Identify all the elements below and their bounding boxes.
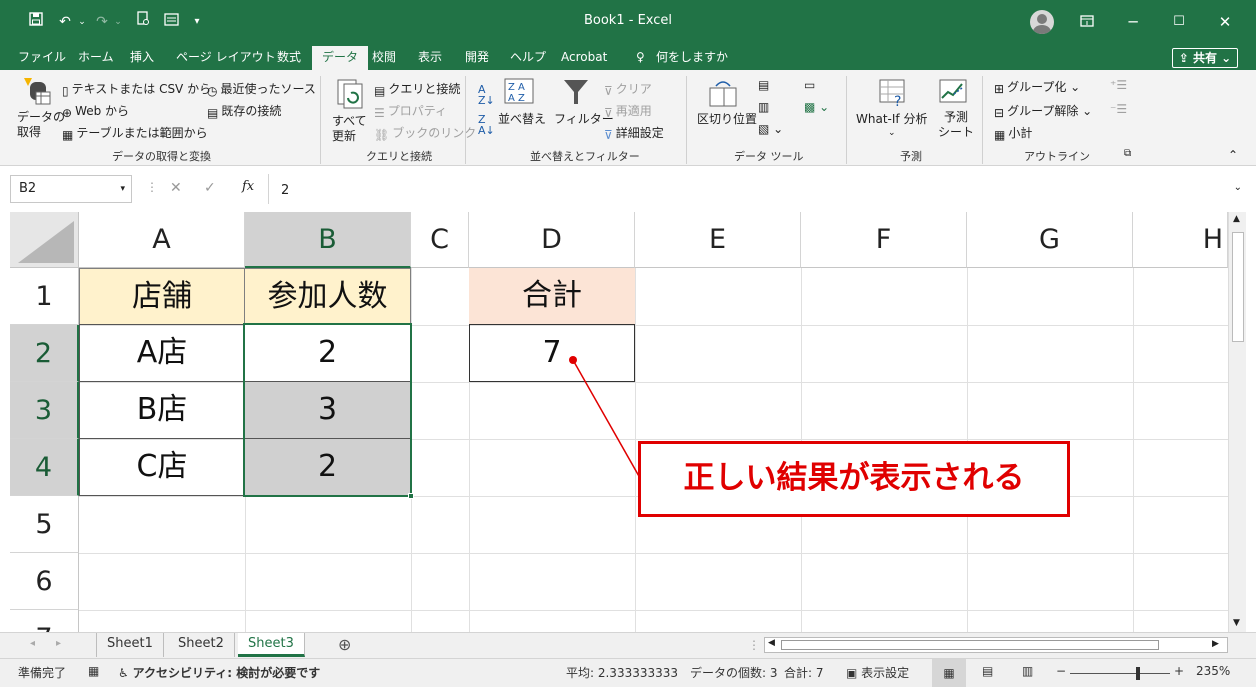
zoom-slider-handle[interactable] (1136, 667, 1140, 680)
zoom-in-icon[interactable]: + (1174, 664, 1184, 678)
accessibility-icon: ♿ (118, 666, 133, 680)
zoom-level[interactable]: 235% (1196, 664, 1230, 678)
tab-scroll-left-icon[interactable]: ◂ (30, 638, 35, 649)
scroll-right-icon[interactable]: ▶ (1212, 639, 1219, 649)
scroll-up-icon[interactable]: ▲ (1233, 214, 1240, 224)
macro-record-icon[interactable]: ▦ (88, 664, 99, 678)
splitter-icon[interactable]: ⋮ (748, 638, 760, 652)
add-sheet-icon[interactable]: ⊕ (338, 635, 351, 654)
status-sum: 合計: 7 (784, 666, 824, 680)
display-settings-icon: ▣ (846, 666, 862, 680)
status-count: データの個数: 3 (690, 666, 778, 680)
horizontal-scroll-thumb[interactable] (781, 640, 1159, 650)
sheet-tab-2[interactable]: Sheet2 (168, 633, 235, 657)
vertical-scrollbar[interactable]: ▲ ▼ (1228, 212, 1246, 632)
sheet-tab-3[interactable]: Sheet3 (238, 633, 305, 657)
zoom-slider[interactable] (1070, 673, 1170, 674)
sheet-tab-bar: ◂ ▸ Sheet1 Sheet2 Sheet3 ⊕ ⋮ ◀ ▶ (0, 632, 1256, 658)
status-bar: 準備完了 ▦ ♿ アクセシビリティ: 検討が必要です 平均: 2.3333333… (0, 658, 1256, 687)
scroll-down-icon[interactable]: ▼ (1233, 618, 1240, 628)
accessibility-checker[interactable]: ♿ アクセシビリティ: 検討が必要です (118, 664, 320, 681)
display-settings-button[interactable]: ▣ 表示設定 (846, 664, 909, 681)
result-callout: 正しい結果が表示される (638, 441, 1070, 517)
sheet-tab-1[interactable]: Sheet1 (96, 633, 164, 657)
zoom-out-icon[interactable]: − (1056, 664, 1066, 678)
page-layout-view-icon[interactable]: ▤ (982, 664, 993, 678)
callout-arrow (569, 356, 641, 479)
horizontal-scrollbar[interactable]: ◀ (764, 637, 1228, 653)
status-average: 平均: 2.333333333 (566, 666, 679, 680)
normal-view-icon[interactable]: ▦ (932, 659, 966, 687)
tab-scroll-right-icon[interactable]: ▸ (56, 638, 61, 649)
scroll-left-icon[interactable]: ◀ (768, 638, 775, 648)
status-ready: 準備完了 (18, 666, 67, 680)
vertical-scroll-thumb[interactable] (1232, 232, 1244, 342)
page-break-view-icon[interactable]: ▥ (1022, 664, 1033, 678)
